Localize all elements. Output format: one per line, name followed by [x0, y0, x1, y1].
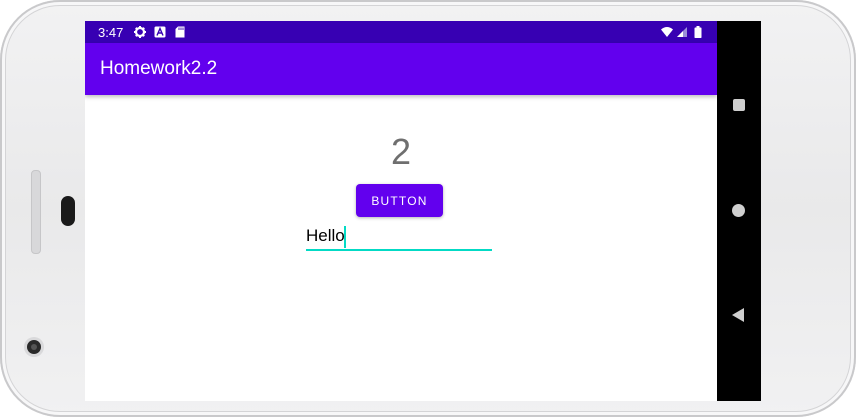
- app-window: 3:47 Homework2.2 2 BUTTON Hello: [85, 21, 717, 401]
- status-bar: 3:47: [85, 21, 717, 43]
- count-text: 2: [390, 131, 412, 172]
- a-notification-icon: [154, 26, 166, 38]
- sd-card-icon: [175, 26, 185, 38]
- count-button[interactable]: BUTTON: [356, 184, 443, 217]
- gear-icon: [134, 26, 146, 38]
- back-icon[interactable]: [732, 308, 744, 322]
- speaker-grille: [31, 170, 41, 254]
- front-camera: [27, 340, 41, 354]
- navigation-bar: [717, 21, 761, 401]
- wifi-icon: [661, 27, 673, 37]
- signal-icon: [677, 27, 687, 37]
- device-screen: 3:47 Homework2.2 2 BUTTON Hello: [85, 21, 761, 401]
- earpiece-speaker: [61, 196, 75, 226]
- app-title: Homework2.2: [100, 58, 218, 79]
- status-time: 3:47: [98, 25, 124, 40]
- battery-icon: [694, 26, 702, 38]
- app-bar: Homework2.2: [85, 43, 717, 95]
- text-cursor: [344, 226, 346, 248]
- home-icon[interactable]: [732, 204, 745, 217]
- recents-icon[interactable]: [733, 99, 745, 111]
- phone-frame: 3:47 Homework2.2 2 BUTTON Hello: [0, 0, 856, 417]
- edit-text-value: Hello: [306, 226, 345, 245]
- edit-text-field[interactable]: Hello: [306, 225, 492, 251]
